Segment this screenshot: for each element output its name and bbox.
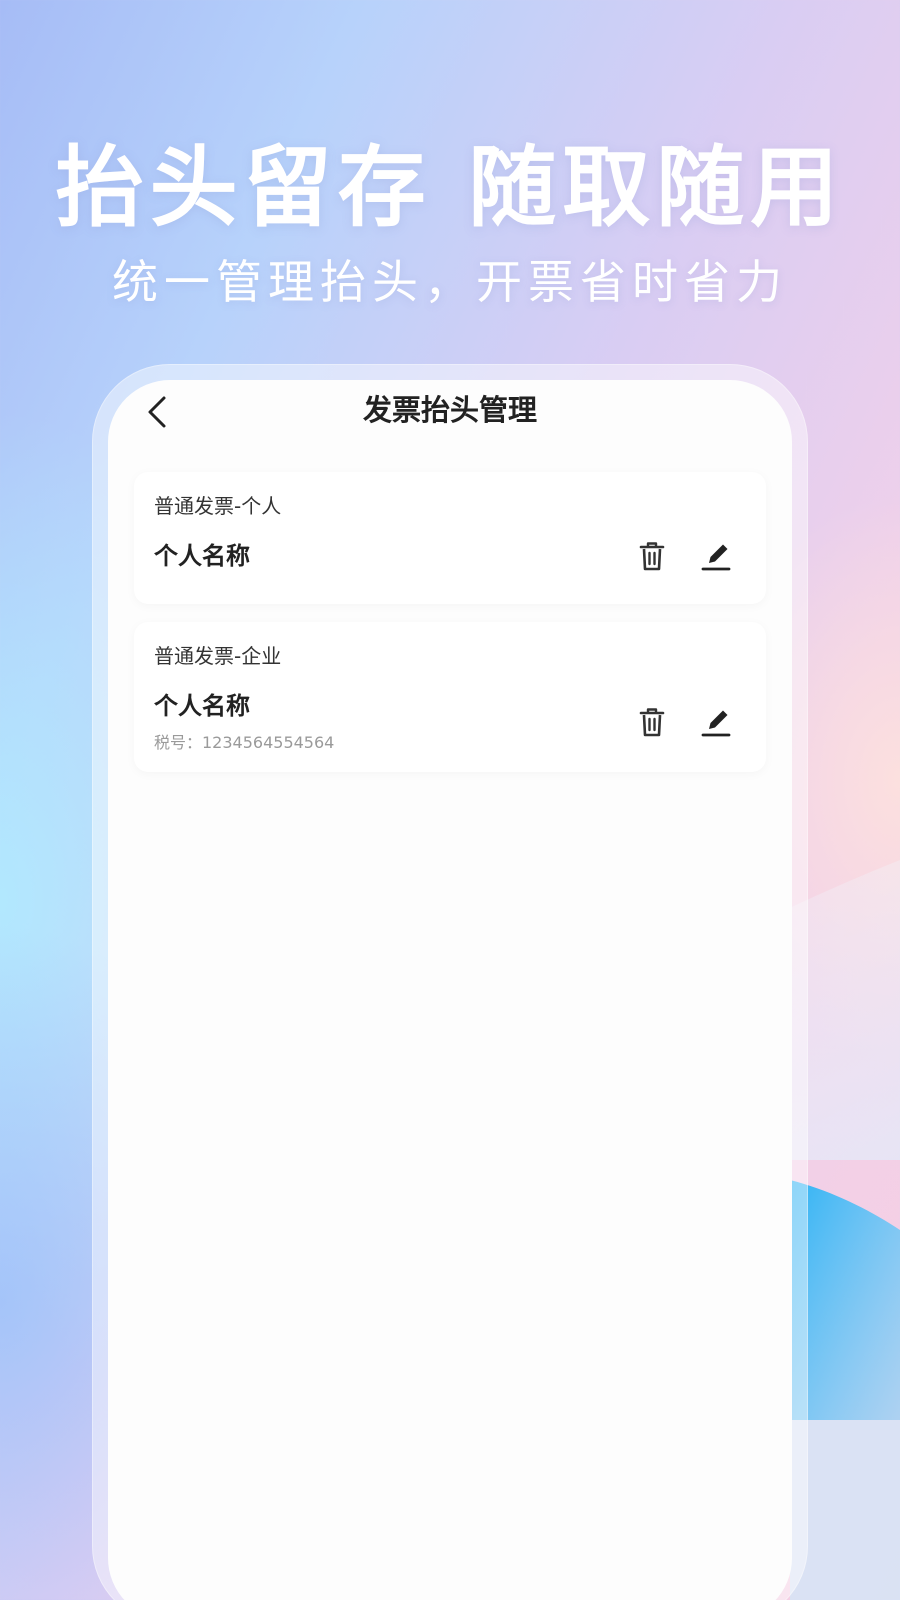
invoice-type-label: 普通发票-个人	[154, 494, 282, 518]
invoice-card-enterprise[interactable]: 普通发票-企业 个人名称 税号：1234564554564	[134, 622, 766, 772]
pencil-icon	[701, 710, 731, 737]
delete-button[interactable]	[632, 702, 672, 742]
delete-button[interactable]	[632, 536, 672, 576]
invoice-card-personal[interactable]: 普通发票-个人 个人名称	[134, 472, 766, 604]
invoice-type-label: 普通发票-企业	[154, 644, 282, 668]
invoice-name: 个人名称	[154, 542, 250, 570]
page-title: 发票抬头管理	[362, 393, 537, 427]
pencil-icon	[701, 544, 731, 571]
phone-screen: 发票抬头管理 普通发票-个人 个人名称 普通发票-企业 个人名称 税号：1234…	[108, 380, 792, 1600]
hero-subtitle: 统一管理抬头，开票省时省力	[112, 255, 788, 309]
tax-number: 税号：1234564554564	[154, 733, 335, 752]
nav-bar: 发票抬头管理	[108, 380, 792, 460]
edit-button[interactable]	[696, 536, 736, 576]
trash-icon	[639, 542, 665, 571]
edit-button[interactable]	[696, 702, 736, 742]
hero-title: 抬头留存 随取随用	[55, 136, 845, 239]
invoice-name: 个人名称	[154, 692, 250, 720]
trash-icon	[639, 708, 665, 737]
